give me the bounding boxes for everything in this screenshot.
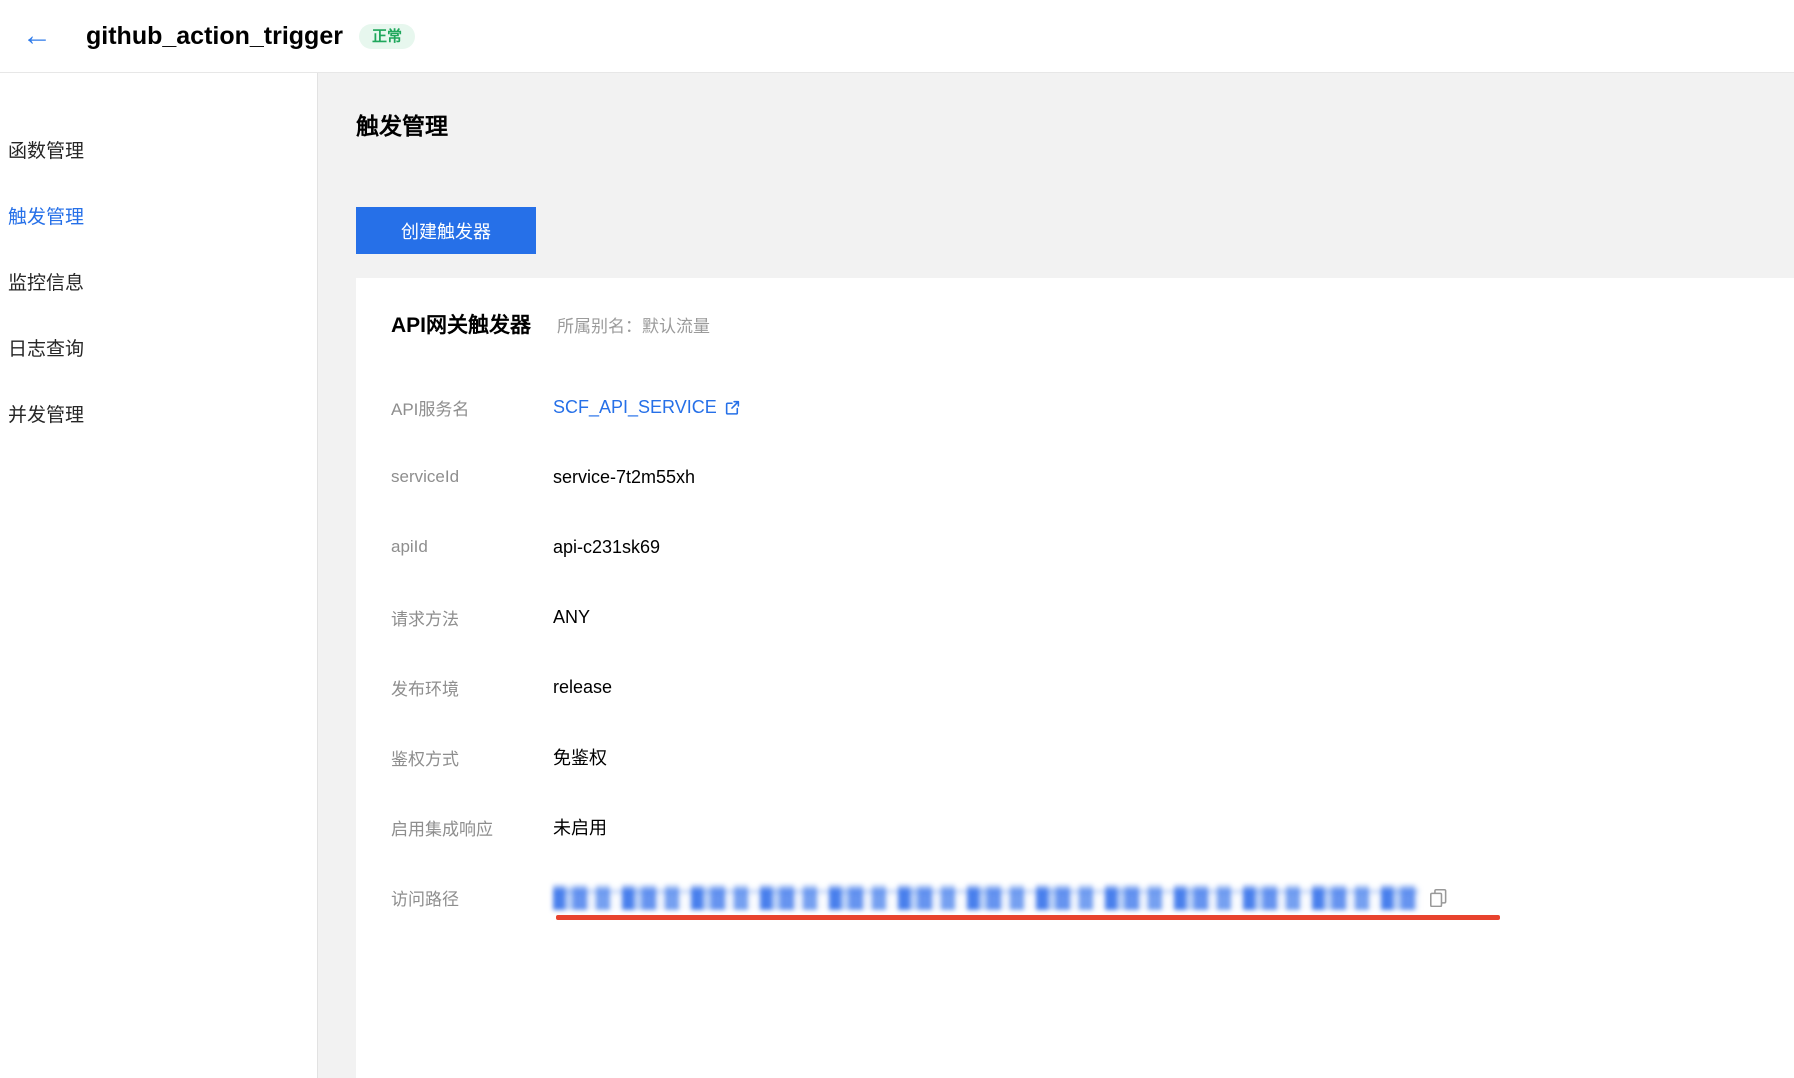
field-label: serviceId [391,467,460,486]
sidebar-item-monitoring-info[interactable]: 监控信息 [0,251,317,317]
sidebar-item-function-management[interactable]: 函数管理 [0,119,317,185]
page-title: 触发管理 [356,113,448,139]
field-label: apiId [391,537,428,556]
field-value: release [553,676,613,697]
field-label: 鉴权方式 [391,749,459,769]
field-value: service-7t2m55xh [553,466,696,487]
field-value: ANY [553,606,591,627]
field-value: SCF_API_SERVICE [553,397,741,418]
field-label: API服务名 [391,399,470,419]
field-row-auth-method: 鉴权方式 免鉴权 [391,722,1794,792]
sidebar-item-trigger-management[interactable]: 触发管理 [0,185,317,251]
field-row-access-path: 访问路径 [391,862,1794,932]
field-value: 免鉴权 [553,748,607,768]
field-label: 发布环境 [391,679,459,699]
field-label: 请求方法 [391,609,459,629]
header: ← github_action_trigger 正常 [0,0,1794,72]
field-value: 未启用 [553,818,607,838]
field-row-api-service-name: API服务名 SCF_API_SERVICE [391,372,1794,442]
copy-icon[interactable] [1429,888,1448,907]
field-row-request-method: 请求方法 ANY [391,582,1794,652]
field-row-api-id: apiId api-c231sk69 [391,512,1794,582]
field-row-service-id: serviceId service-7t2m55xh [391,442,1794,512]
external-link-icon[interactable] [724,399,741,416]
sidebar-item-log-query[interactable]: 日志查询 [0,317,317,383]
annotation-underline [556,915,1500,920]
status-badge: 正常 [358,23,415,49]
main-content: 触发管理 创建触发器 API网关触发器 所属别名：默认流量 API服务名 SCF… [318,73,1794,1078]
field-row-integration-response: 启用集成响应 未启用 [391,792,1794,862]
api-service-link[interactable]: SCF_API_SERVICE [553,397,717,418]
body-wrap: 函数管理 触发管理 监控信息 日志查询 并发管理 触发管理 创建触发器 API网… [0,72,1794,1078]
card-title: API网关触发器 [391,314,532,337]
field-value: api-c231sk69 [553,536,661,557]
redacted-access-path [553,884,1419,910]
back-arrow-icon[interactable]: ← [22,21,62,51]
field-row-release-env: 发布环境 release [391,652,1794,722]
field-label: 访问路径 [391,889,459,909]
field-rows: API服务名 SCF_API_SERVICE serviceId service… [391,372,1794,932]
create-trigger-button[interactable]: 创建触发器 [356,207,536,254]
field-value [553,884,1448,910]
card-header: API网关触发器 所属别名：默认流量 [391,312,1794,340]
card-subtitle-alias: 所属别名：默认流量 [557,317,711,336]
function-name-title: github_action_trigger [86,21,343,50]
field-label: 启用集成响应 [391,819,493,839]
api-gateway-trigger-card: API网关触发器 所属别名：默认流量 API服务名 SCF_API_SERVIC… [356,278,1794,1078]
sidebar-item-concurrency-management[interactable]: 并发管理 [0,383,317,449]
sidebar: 函数管理 触发管理 监控信息 日志查询 并发管理 [0,73,318,1078]
